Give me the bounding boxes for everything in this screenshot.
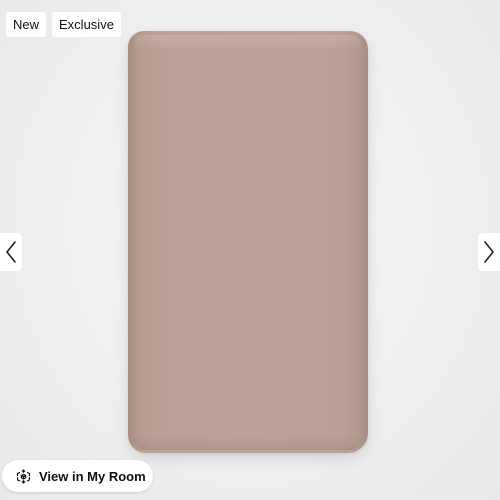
next-image-button[interactable]	[478, 233, 500, 271]
ar-cube-icon	[16, 469, 31, 483]
chevron-right-icon	[484, 241, 494, 263]
product-image[interactable]	[128, 31, 368, 453]
view-in-my-room-button[interactable]: View in My Room	[2, 460, 153, 492]
view-in-my-room-label: View in My Room	[39, 468, 146, 484]
badge-group: New Exclusive	[6, 12, 121, 37]
product-image-viewer: New Exclusive View in My Room	[0, 0, 500, 500]
new-badge: New	[6, 12, 47, 37]
exclusive-badge: Exclusive	[52, 12, 121, 37]
chevron-left-icon	[6, 241, 16, 263]
previous-image-button[interactable]	[0, 233, 22, 271]
